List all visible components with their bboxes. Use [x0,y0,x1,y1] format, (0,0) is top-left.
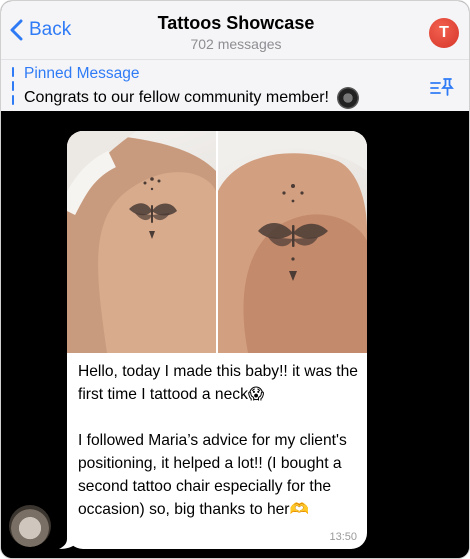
pin-list-icon[interactable] [429,75,455,99]
message-bubble[interactable]: Hello, today I made this baby!! it was t… [67,131,367,549]
tattoo-photo[interactable] [218,131,367,353]
pinned-label: Pinned Message [24,65,140,82]
pinned-indicator [12,67,14,105]
photo-content [218,131,367,353]
pinned-thumbnail [337,87,360,109]
chat-screen: Back Tattoos Showcase 702 messages T Pin… [0,0,470,559]
navigation-bar: Back Tattoos Showcase 702 messages T [1,1,469,59]
group-avatar[interactable]: T [429,18,459,48]
message-paragraph: Hello, today I made this baby!! it was t… [78,363,358,403]
message-paragraph: I followed Maria’s advice for my client'… [78,432,347,518]
message-time: 13:50 [329,531,357,543]
pinned-text-row: Congrats to our fellow community member! [24,87,360,109]
tattoo-photo[interactable] [67,131,216,353]
sender-avatar[interactable] [9,505,51,547]
pinned-text: Congrats to our fellow community member! [24,89,329,107]
photo-album[interactable] [67,131,367,353]
photo-content [67,131,216,353]
message-count: 702 messages [190,36,282,52]
chat-area[interactable]: Hello, today I made this baby!! it was t… [1,111,469,558]
message-text[interactable]: Hello, today I made this baby!! it was t… [78,360,360,521]
pinned-message-bar[interactable]: Pinned Message Congrats to our fellow co… [1,59,469,111]
chat-title[interactable]: Tattoos Showcase [1,13,469,34]
bubble-tail [59,531,79,549]
